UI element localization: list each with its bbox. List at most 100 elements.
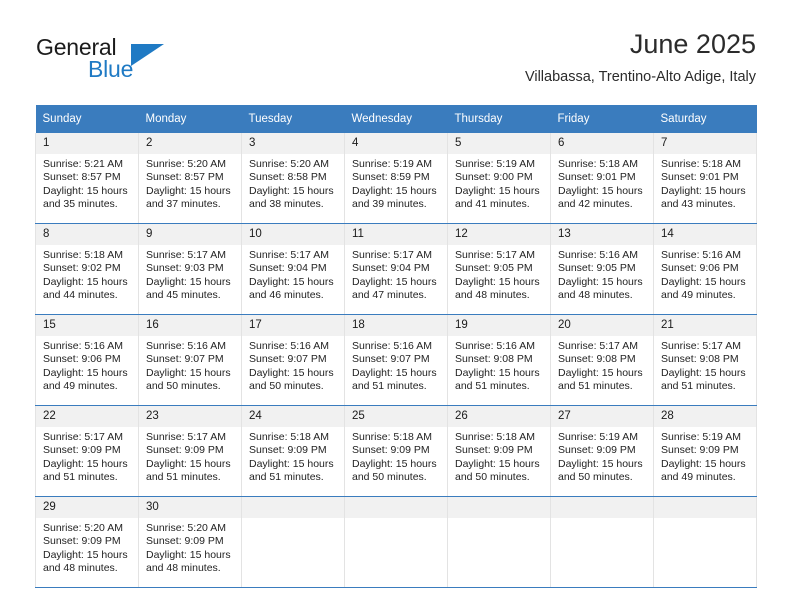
calendar-day-cell[interactable]: 11 Sunrise: 5:17 AM Sunset: 9:04 PM Dayligh… (344, 223, 448, 315)
day-details: Sunrise: 5:16 AM Sunset: 9:07 PM Daylight:… (242, 336, 344, 394)
day-number: 29 (36, 497, 138, 518)
day-cell-inner: 17 Sunrise: 5:16 AM Sunset: 9:07 PM Dayligh… (242, 315, 344, 405)
calendar-page: General Blue June 2025 Villabassa, Trent… (0, 0, 792, 612)
day-details: Sunrise: 5:17 AM Sunset: 9:09 PM Daylight:… (36, 427, 138, 485)
page-title: June 2025 (629, 29, 756, 59)
day-cell-inner (242, 497, 344, 587)
calendar-day-cell[interactable]: 14 Sunrise: 5:16 AM Sunset: 9:06 PM Dayligh… (653, 223, 757, 315)
calendar-day-cell[interactable]: 26 Sunrise: 5:18 AM Sunset: 9:09 PM Dayligh… (447, 405, 551, 497)
daylight-text-line1: Daylight: 15 hours (249, 366, 334, 379)
calendar-day-cell[interactable]: 28 Sunrise: 5:19 AM Sunset: 9:09 PM Dayligh… (653, 405, 757, 497)
daylight-text-line2: and 48 minutes. (43, 562, 118, 575)
calendar-day-cell-empty (447, 496, 551, 588)
generalblue-logo: General Blue (36, 34, 256, 86)
calendar-day-cell[interactable]: 16 Sunrise: 5:16 AM Sunset: 9:07 PM Dayligh… (138, 314, 242, 406)
day-cell-inner: 10 Sunrise: 5:17 AM Sunset: 9:04 PM Dayligh… (242, 224, 344, 314)
page-header: General Blue June 2025 Villabassa, Trent… (0, 0, 792, 98)
calendar-day-cell[interactable]: 22 Sunrise: 5:17 AM Sunset: 9:09 PM Dayligh… (35, 405, 139, 497)
sunrise-text: Sunrise: 5:18 AM (558, 158, 638, 170)
sunset-text: Sunset: 9:06 PM (661, 262, 739, 275)
daylight-text-line1: Daylight: 15 hours (43, 184, 128, 197)
daylight-text-line1: Daylight: 15 hours (146, 184, 231, 197)
sunset-text: Sunset: 9:07 PM (249, 353, 327, 366)
day-details: Sunrise: 5:17 AM Sunset: 9:08 PM Daylight:… (654, 336, 756, 394)
day-cell-inner: 23 Sunrise: 5:17 AM Sunset: 9:09 PM Dayligh… (139, 406, 241, 496)
day-cell-inner: 24 Sunrise: 5:18 AM Sunset: 9:09 PM Dayligh… (242, 406, 344, 496)
daylight-text-line1: Daylight: 15 hours (249, 457, 334, 470)
day-details: Sunrise: 5:16 AM Sunset: 9:08 PM Daylight:… (448, 336, 550, 394)
daylight-text-line1: Daylight: 15 hours (249, 184, 334, 197)
calendar-day-cell[interactable]: 18 Sunrise: 5:16 AM Sunset: 9:07 PM Dayligh… (344, 314, 448, 406)
day-number: 21 (654, 315, 756, 336)
sunset-text: Sunset: 9:09 PM (146, 444, 224, 457)
day-cell-inner: 12 Sunrise: 5:17 AM Sunset: 9:05 PM Dayligh… (448, 224, 550, 314)
daylight-text-line1: Daylight: 15 hours (43, 548, 128, 561)
calendar-day-cell[interactable]: 5 Sunrise: 5:19 AM Sunset: 9:00 PM Daylight… (447, 133, 551, 224)
day-cell-inner (551, 497, 653, 587)
calendar-day-cell[interactable]: 25 Sunrise: 5:18 AM Sunset: 9:09 PM Dayligh… (344, 405, 448, 497)
day-details (551, 518, 653, 522)
day-details: Sunrise: 5:18 AM Sunset: 9:09 PM Daylight:… (242, 427, 344, 485)
day-number: 7 (654, 133, 756, 154)
weekday-header-monday: Monday (138, 105, 242, 133)
sunset-text: Sunset: 9:08 PM (661, 353, 739, 366)
day-cell-inner: 18 Sunrise: 5:16 AM Sunset: 9:07 PM Dayligh… (345, 315, 447, 405)
daylight-text-line1: Daylight: 15 hours (661, 184, 746, 197)
daylight-text-line1: Daylight: 15 hours (352, 275, 437, 288)
calendar-day-cell[interactable]: 7 Sunrise: 5:18 AM Sunset: 9:01 PM Daylight… (653, 133, 757, 224)
sunset-text: Sunset: 9:04 PM (352, 262, 430, 275)
sunrise-text: Sunrise: 5:17 AM (558, 340, 638, 352)
day-number: 2 (139, 133, 241, 154)
day-number: 1 (36, 133, 138, 154)
day-details: Sunrise: 5:16 AM Sunset: 9:06 PM Daylight:… (36, 336, 138, 394)
day-details: Sunrise: 5:21 AM Sunset: 8:57 PM Daylight:… (36, 154, 138, 212)
day-number (345, 497, 447, 518)
calendar-day-cell[interactable]: 9 Sunrise: 5:17 AM Sunset: 9:03 PM Daylight… (138, 223, 242, 315)
calendar-day-cell[interactable]: 27 Sunrise: 5:19 AM Sunset: 9:09 PM Dayligh… (550, 405, 654, 497)
calendar-day-cell[interactable]: 17 Sunrise: 5:16 AM Sunset: 9:07 PM Dayligh… (241, 314, 345, 406)
sunrise-text: Sunrise: 5:17 AM (249, 249, 329, 261)
calendar-day-cell[interactable]: 4 Sunrise: 5:19 AM Sunset: 8:59 PM Daylight… (344, 133, 448, 224)
day-number: 27 (551, 406, 653, 427)
daylight-text-line1: Daylight: 15 hours (558, 457, 643, 470)
calendar-week-row: 1 Sunrise: 5:21 AM Sunset: 8:57 PM Daylight… (35, 133, 757, 224)
calendar-day-cell[interactable]: 2 Sunrise: 5:20 AM Sunset: 8:57 PM Daylight… (138, 133, 242, 224)
daylight-text-line1: Daylight: 15 hours (249, 275, 334, 288)
daylight-text-line2: and 41 minutes. (455, 198, 530, 211)
daylight-text-line2: and 50 minutes. (558, 471, 633, 484)
calendar-day-cell[interactable]: 6 Sunrise: 5:18 AM Sunset: 9:01 PM Daylight… (550, 133, 654, 224)
calendar-day-cell[interactable]: 1 Sunrise: 5:21 AM Sunset: 8:57 PM Daylight… (35, 133, 139, 224)
logo-text-blue: Blue (88, 56, 134, 82)
day-details: Sunrise: 5:19 AM Sunset: 8:59 PM Daylight:… (345, 154, 447, 212)
day-number: 15 (36, 315, 138, 336)
day-number: 4 (345, 133, 447, 154)
calendar-day-cell[interactable]: 15 Sunrise: 5:16 AM Sunset: 9:06 PM Dayligh… (35, 314, 139, 406)
sunset-text: Sunset: 9:08 PM (455, 353, 533, 366)
calendar-day-cell[interactable]: 13 Sunrise: 5:16 AM Sunset: 9:05 PM Dayligh… (550, 223, 654, 315)
calendar-day-cell[interactable]: 21 Sunrise: 5:17 AM Sunset: 9:08 PM Dayligh… (653, 314, 757, 406)
day-cell-inner: 3 Sunrise: 5:20 AM Sunset: 8:58 PM Daylight… (242, 133, 344, 223)
calendar-day-cell[interactable]: 3 Sunrise: 5:20 AM Sunset: 8:58 PM Daylight… (241, 133, 345, 224)
calendar-day-cell[interactable]: 19 Sunrise: 5:16 AM Sunset: 9:08 PM Dayligh… (447, 314, 551, 406)
sunset-text: Sunset: 9:09 PM (455, 444, 533, 457)
day-details: Sunrise: 5:17 AM Sunset: 9:03 PM Daylight:… (139, 245, 241, 303)
calendar-day-cell[interactable]: 30 Sunrise: 5:20 AM Sunset: 9:09 PM Dayligh… (138, 496, 242, 588)
sunrise-text: Sunrise: 5:17 AM (455, 249, 535, 261)
calendar-header-row: Sunday Monday Tuesday Wednesday Thursday… (35, 105, 757, 133)
calendar-day-cell[interactable]: 12 Sunrise: 5:17 AM Sunset: 9:05 PM Dayligh… (447, 223, 551, 315)
sunrise-text: Sunrise: 5:21 AM (43, 158, 123, 170)
sunset-text: Sunset: 9:07 PM (146, 353, 224, 366)
calendar-day-cell[interactable]: 23 Sunrise: 5:17 AM Sunset: 9:09 PM Dayligh… (138, 405, 242, 497)
day-number: 5 (448, 133, 550, 154)
day-details: Sunrise: 5:18 AM Sunset: 9:01 PM Daylight:… (551, 154, 653, 212)
calendar-day-cell[interactable]: 8 Sunrise: 5:18 AM Sunset: 9:02 PM Daylight… (35, 223, 139, 315)
day-cell-inner (654, 497, 756, 587)
calendar-day-cell[interactable]: 20 Sunrise: 5:17 AM Sunset: 9:08 PM Dayligh… (550, 314, 654, 406)
calendar-day-cell[interactable]: 24 Sunrise: 5:18 AM Sunset: 9:09 PM Dayligh… (241, 405, 345, 497)
calendar-day-cell[interactable]: 10 Sunrise: 5:17 AM Sunset: 9:04 PM Dayligh… (241, 223, 345, 315)
day-cell-inner: 4 Sunrise: 5:19 AM Sunset: 8:59 PM Daylight… (345, 133, 447, 223)
weekday-header-saturday: Saturday (653, 105, 757, 133)
sunset-text: Sunset: 9:08 PM (558, 353, 636, 366)
day-details: Sunrise: 5:19 AM Sunset: 9:00 PM Daylight:… (448, 154, 550, 212)
calendar-day-cell[interactable]: 29 Sunrise: 5:20 AM Sunset: 9:09 PM Dayligh… (35, 496, 139, 588)
